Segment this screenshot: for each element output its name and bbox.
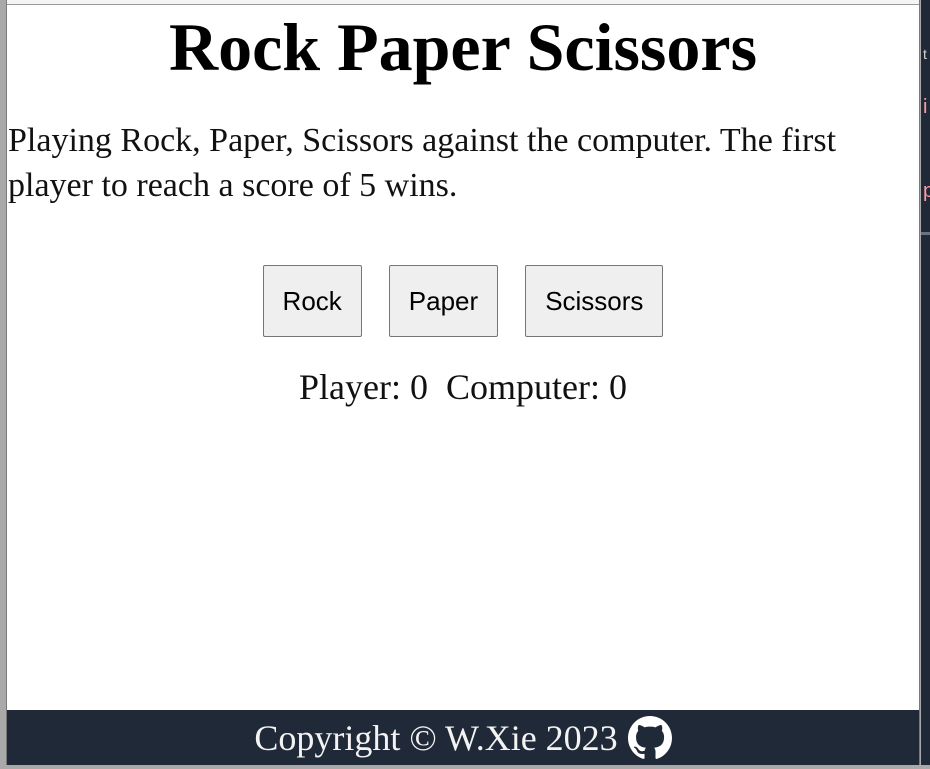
computer-score-value: 0 <box>608 367 627 407</box>
background-text-fragment: t <box>923 46 927 62</box>
background-window-strip: t i p <box>921 0 930 765</box>
player-score-value: 0 <box>410 367 428 407</box>
github-icon[interactable] <box>627 715 672 760</box>
scoreboard: Player: 0 Computer: 0 <box>7 366 919 408</box>
copyright-text: Copyright © W.Xie 2023 <box>254 717 618 758</box>
background-divider <box>921 232 930 235</box>
computer-score-label: Computer: <box>446 367 600 407</box>
choice-buttons: Rock Paper Scissors <box>7 265 919 337</box>
background-link-fragment: p <box>923 180 930 202</box>
browser-viewport: Rock Paper Scissors Playing Rock, Paper,… <box>6 0 920 765</box>
page-footer: Copyright © W.Xie 2023 <box>7 710 919 765</box>
viewport-top-edge <box>7 0 919 5</box>
rock-button[interactable]: Rock <box>262 265 362 337</box>
background-link-fragment: i <box>923 96 928 118</box>
game-description: Playing Rock, Paper, Scissors against th… <box>8 122 837 204</box>
player-score-label: Player: <box>299 367 401 407</box>
page-title: Rock Paper Scissors <box>168 9 758 85</box>
scissors-button[interactable]: Scissors <box>525 265 664 337</box>
paper-button[interactable]: Paper <box>388 265 499 337</box>
